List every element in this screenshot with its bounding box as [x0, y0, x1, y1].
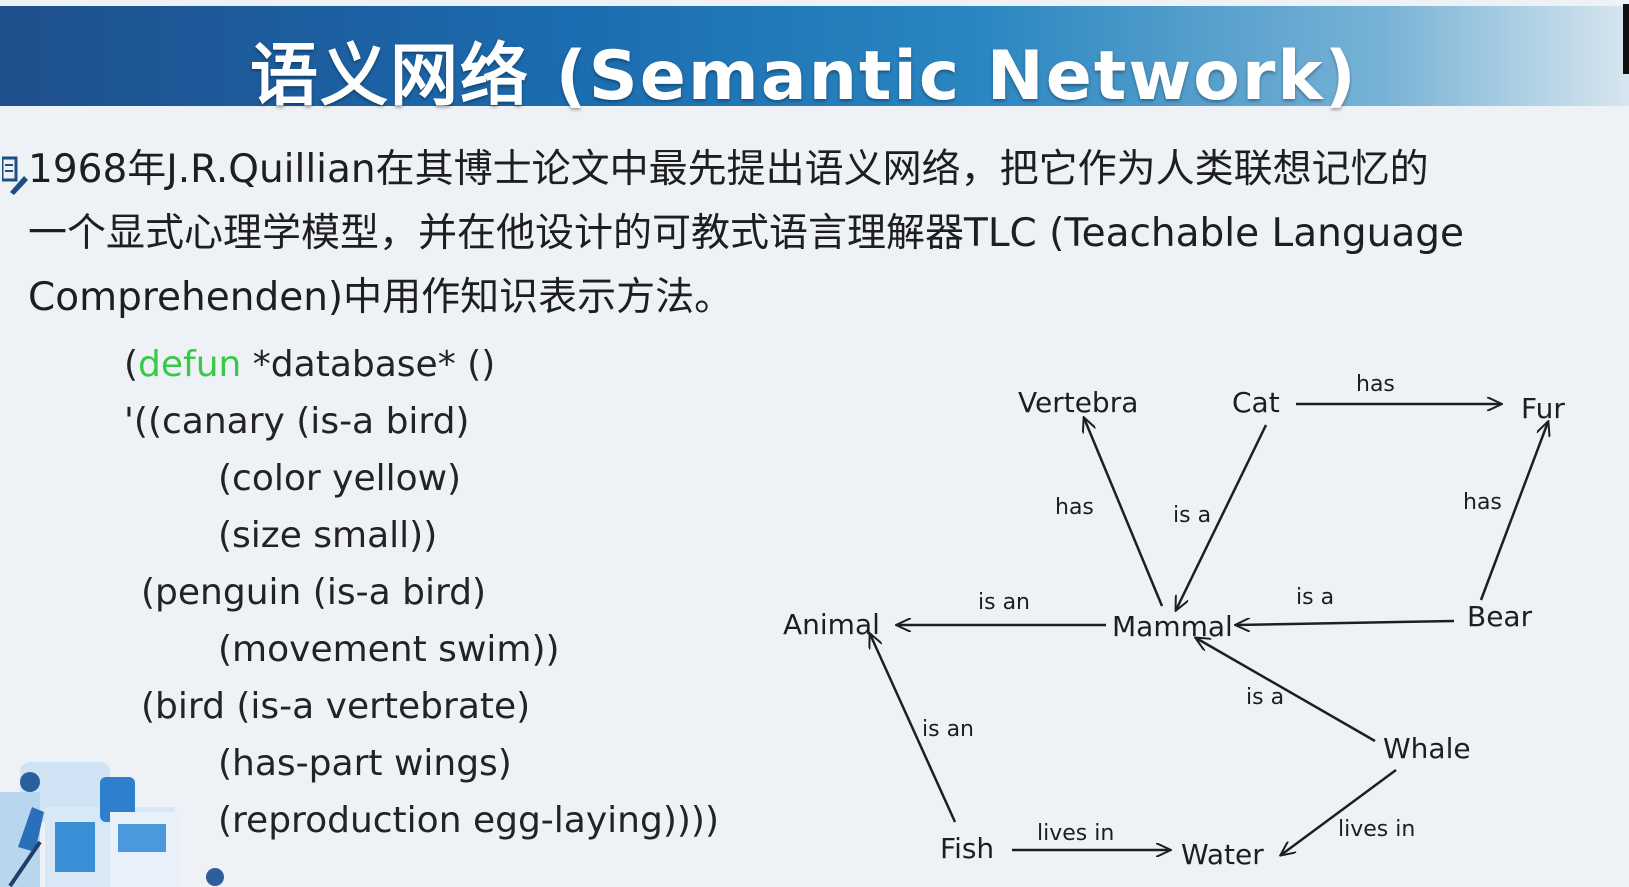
edge-label-whale-mammal: is a: [1246, 685, 1284, 710]
edge-label-bear-mammal: is a: [1296, 585, 1334, 610]
edge-label-fish-water: lives in: [1037, 821, 1114, 846]
edge-whale-mammal: [1196, 638, 1376, 743]
edge-label-bear-fur: has: [1463, 490, 1502, 515]
edge-bear-mammal: [1236, 621, 1455, 625]
node-bear: Bear: [1467, 600, 1533, 633]
edge-label-fish-animal: is an: [922, 717, 974, 742]
node-water: Water: [1181, 838, 1264, 871]
edge-label-mammal-animal: is an: [978, 590, 1030, 615]
node-vertebra: Vertebra: [1018, 386, 1138, 419]
edge-whale-water: [1281, 768, 1397, 855]
node-cat: Cat: [1232, 386, 1280, 419]
edge-label-mammal-vertebra: has: [1055, 495, 1094, 520]
node-whale: Whale: [1383, 732, 1471, 765]
edge-label-cat-fur: has: [1356, 372, 1395, 397]
edge-label-whale-water: lives in: [1338, 817, 1415, 842]
edge-mammal-vertebra: [1084, 418, 1164, 607]
edge-label-cat-mammal: is a: [1173, 503, 1211, 528]
node-fur: Fur: [1521, 392, 1565, 425]
semantic-network-diagram: has has is a has is an is a is a is an l…: [783, 372, 1565, 871]
node-animal: Animal: [783, 608, 880, 641]
node-fish: Fish: [940, 832, 994, 865]
node-mammal: Mammal: [1112, 610, 1233, 643]
